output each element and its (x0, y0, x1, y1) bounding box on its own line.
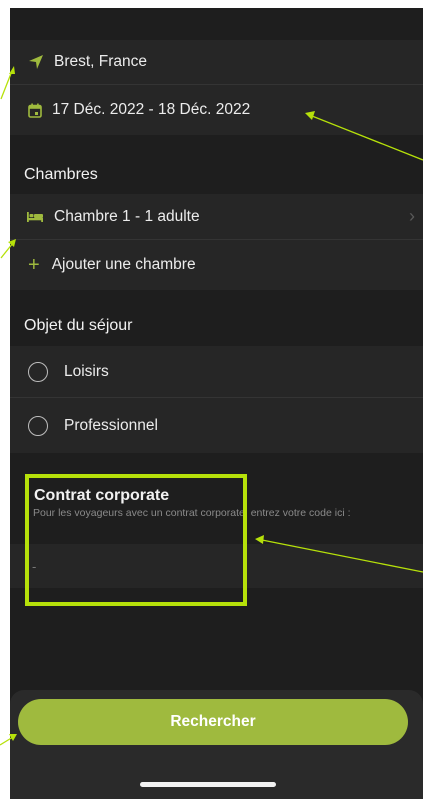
annotation-arrow (0, 736, 14, 746)
annotation-arrow (311, 115, 423, 161)
annotation-arrows (0, 66, 423, 746)
annotation-arrow-head (9, 734, 17, 741)
annotation-arrow (0, 70, 13, 100)
annotation-arrow (261, 539, 423, 573)
annotation-arrow-head (305, 111, 315, 120)
annotation-arrow-head (255, 535, 264, 544)
annotation-arrow (0, 242, 14, 259)
annotation-arrow-head (9, 66, 15, 74)
annotation-arrow-head (8, 239, 16, 247)
